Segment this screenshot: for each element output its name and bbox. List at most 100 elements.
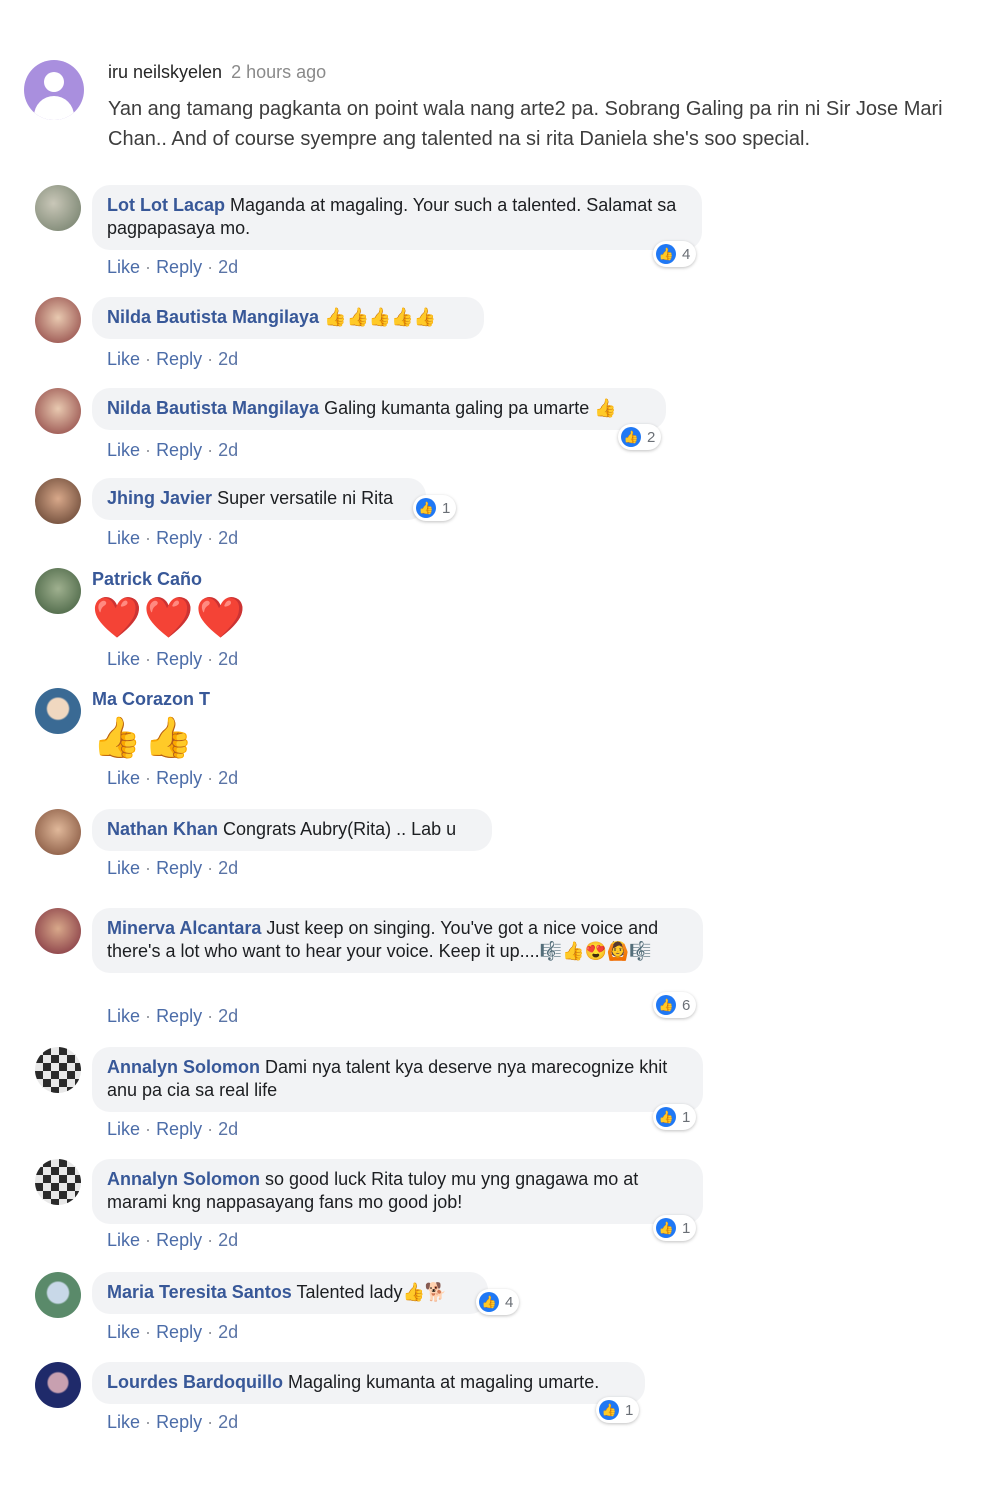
comment-time[interactable]: 2d <box>218 649 238 669</box>
comment-time[interactable]: 2d <box>218 440 238 460</box>
reply-link[interactable]: Reply <box>156 649 202 669</box>
comment-text: 👍👍👍👍👍 <box>324 307 437 327</box>
author-name[interactable]: Patrick Caño <box>92 569 202 590</box>
comment-actions: Like · Reply · 2d <box>107 257 239 277</box>
like-reaction-icon: 👍 <box>479 1292 499 1312</box>
author-name[interactable]: Maria Teresita Santos <box>107 1282 292 1302</box>
author-name[interactable]: Nilda Bautista Mangilaya <box>107 307 319 327</box>
comment-bubble: Nilda Bautista Mangilaya Galing kumanta … <box>92 388 666 430</box>
like-link[interactable]: Like <box>107 858 140 878</box>
like-reaction-icon: 👍 <box>656 244 676 264</box>
author-name[interactable]: Jhing Javier <box>107 488 212 508</box>
like-link[interactable]: Like <box>107 1006 140 1026</box>
avatar[interactable] <box>35 1159 81 1205</box>
reaction-count[interactable]: 👍 2 <box>618 424 662 450</box>
comment-time[interactable]: 2d <box>218 1006 238 1026</box>
avatar[interactable] <box>35 809 81 855</box>
comment-bubble: Jhing Javier Super versatile ni Rita <box>92 478 426 520</box>
comment-text: Super versatile ni Rita <box>217 488 394 508</box>
reaction-count[interactable]: 👍 4 <box>476 1289 520 1315</box>
comment-time[interactable]: 2d <box>218 349 238 369</box>
reaction-count[interactable]: 👍 1 <box>413 495 457 521</box>
like-link[interactable]: Like <box>107 768 140 788</box>
comment-time[interactable]: 2d <box>218 257 238 277</box>
author-name[interactable]: iru neilskyelen <box>108 62 222 82</box>
comment-actions: Like · Reply · 2d <box>107 649 239 669</box>
reply-link[interactable]: Reply <box>156 1412 202 1432</box>
comment-text: Yan ang tamang pagkanta on point wala na… <box>108 98 943 150</box>
reply-link[interactable]: Reply <box>156 1322 202 1342</box>
comment-bubble: Nathan Khan Congrats Aubry(Rita) .. Lab … <box>92 809 492 851</box>
author-name[interactable]: Ma Corazon T <box>92 689 210 710</box>
comment-time[interactable]: 2d <box>218 1230 238 1250</box>
comment-actions: Like · Reply · 2d <box>107 1230 239 1250</box>
like-link[interactable]: Like <box>107 440 140 460</box>
comment-bubble: Minerva Alcantara Just keep on singing. … <box>92 908 703 973</box>
comment-time[interactable]: 2d <box>218 1412 238 1432</box>
reply-link[interactable]: Reply <box>156 1119 202 1139</box>
like-link[interactable]: Like <box>107 528 140 548</box>
comment-actions: Like · Reply · 2d <box>107 1006 239 1026</box>
avatar[interactable] <box>35 1362 81 1408</box>
avatar[interactable] <box>35 1047 81 1093</box>
like-link[interactable]: Like <box>107 257 140 277</box>
avatar[interactable] <box>35 568 81 614</box>
reply-link[interactable]: Reply <box>156 440 202 460</box>
comment-actions: Like · Reply · 2d <box>107 858 239 878</box>
comment-time[interactable]: 2d <box>218 528 238 548</box>
avatar[interactable] <box>35 185 81 231</box>
author-name[interactable]: Nilda Bautista Mangilaya <box>107 398 319 418</box>
author-name[interactable]: Lot Lot Lacap <box>107 195 225 215</box>
reaction-count[interactable]: 👍 4 <box>653 241 697 267</box>
comment-time[interactable]: 2d <box>218 1322 238 1342</box>
comment-meta: iru neilskyelen 2 hours ago <box>108 62 326 83</box>
like-link[interactable]: Like <box>107 1412 140 1432</box>
author-name[interactable]: Annalyn Solomon <box>107 1169 260 1189</box>
comment-time: 2 hours ago <box>231 62 327 82</box>
avatar[interactable] <box>35 688 81 734</box>
avatar[interactable] <box>35 297 81 343</box>
like-link[interactable]: Like <box>107 349 140 369</box>
like-link[interactable]: Like <box>107 1322 140 1342</box>
reaction-count[interactable]: 👍 1 <box>653 1104 697 1130</box>
comment-actions: Like · Reply · 2d <box>107 349 239 369</box>
reply-link[interactable]: Reply <box>156 768 202 788</box>
comment-bubble: Annalyn Solomon so good luck Rita tuloy … <box>92 1159 703 1224</box>
comment-time[interactable]: 2d <box>218 768 238 788</box>
reaction-count[interactable]: 👍 1 <box>653 1215 697 1241</box>
comment-text: Magaling kumanta at magaling umarte. <box>288 1372 600 1392</box>
reply-link[interactable]: Reply <box>156 1230 202 1250</box>
author-name[interactable]: Minerva Alcantara <box>107 918 261 938</box>
reply-link[interactable]: Reply <box>156 858 202 878</box>
comment-time[interactable]: 2d <box>218 1119 238 1139</box>
comment-bubble: Lot Lot Lacap Maganda at magaling. Your … <box>92 185 702 250</box>
author-name[interactable]: Annalyn Solomon <box>107 1057 260 1077</box>
reply-link[interactable]: Reply <box>156 257 202 277</box>
avatar[interactable] <box>35 478 81 524</box>
author-name[interactable]: Lourdes Bardoquillo <box>107 1372 283 1392</box>
avatar[interactable] <box>35 908 81 954</box>
author-name[interactable]: Nathan Khan <box>107 819 218 839</box>
avatar[interactable] <box>35 388 81 434</box>
like-link[interactable]: Like <box>107 1119 140 1139</box>
avatar[interactable] <box>35 1272 81 1318</box>
like-reaction-icon: 👍 <box>621 427 641 447</box>
comment-text: ❤️❤️❤️ <box>92 596 248 640</box>
like-reaction-icon: 👍 <box>656 1107 676 1127</box>
reply-link[interactable]: Reply <box>156 349 202 369</box>
like-link[interactable]: Like <box>107 649 140 669</box>
comment-actions: Like · Reply · 2d <box>107 440 239 460</box>
reaction-count[interactable]: 👍 1 <box>596 1397 640 1423</box>
comment-bubble: Annalyn Solomon Dami nya talent kya dese… <box>92 1047 703 1112</box>
reaction-count[interactable]: 👍 6 <box>653 992 697 1018</box>
reply-link[interactable]: Reply <box>156 528 202 548</box>
comment-actions: Like · Reply · 2d <box>107 768 239 788</box>
like-link[interactable]: Like <box>107 1230 140 1250</box>
avatar[interactable] <box>24 60 84 120</box>
reply-link[interactable]: Reply <box>156 1006 202 1026</box>
comment-text: Congrats Aubry(Rita) .. Lab u <box>223 819 457 839</box>
comment-time[interactable]: 2d <box>218 858 238 878</box>
comment-text: 👍👍 <box>92 716 196 760</box>
comment-bubble: Maria Teresita Santos Talented lady👍🐕 <box>92 1272 488 1314</box>
like-reaction-icon: 👍 <box>416 498 436 518</box>
